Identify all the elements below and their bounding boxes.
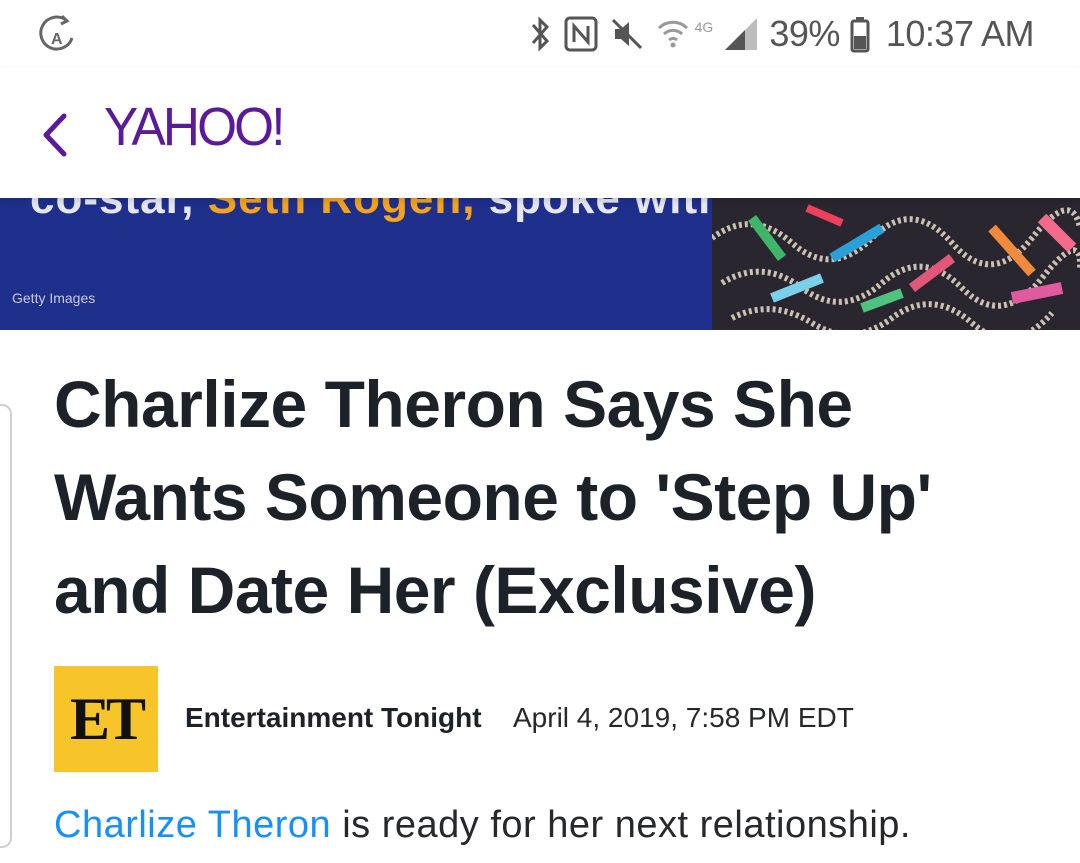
yahoo-logo[interactable]: YAHOO!: [104, 96, 285, 158]
battery-icon: [850, 17, 870, 53]
hero-caption: co-star, Seth Rogen, spoke with...: [30, 198, 766, 224]
hero-caption-highlight: Seth Rogen,: [207, 198, 476, 223]
clock: 10:37 AM: [885, 13, 1035, 54]
bluetooth-icon: [531, 16, 549, 52]
auto-rotate-icon: A: [36, 12, 80, 56]
article-headline: Charlize Theron Says She Wants Someone t…: [54, 367, 932, 627]
scroll-indicator[interactable]: [0, 404, 12, 848]
hero-caption-start: co-star,: [30, 198, 208, 223]
hero-image[interactable]: co-star, Seth Rogen, spoke with... Getty…: [0, 198, 1080, 330]
nfc-icon: [564, 16, 598, 52]
status-bar: A 4G 39% 10:37 AM: [0, 0, 1080, 68]
publish-date: April 4, 2019, 7:58 PM EDT: [513, 702, 854, 733]
image-credit: Getty Images: [12, 290, 96, 306]
svg-text:A: A: [51, 31, 63, 48]
chevron-left-icon: [43, 113, 67, 157]
signal-icon: [725, 18, 758, 50]
source-logo-text: ET: [69, 685, 146, 752]
sequin-dress-graphic: [712, 198, 1080, 330]
source-logo[interactable]: ET: [54, 666, 158, 772]
lead-link[interactable]: Charlize Theron: [54, 804, 331, 846]
status-icons: 4G 39% 10:37 AM: [527, 10, 1035, 58]
source-name[interactable]: Entertainment Tonight: [185, 702, 482, 734]
lead-text: is ready for her next relationship.: [331, 804, 911, 846]
app-header: YAHOO!: [0, 68, 1080, 198]
network-type-label: 4G: [694, 19, 714, 35]
back-button[interactable]: [34, 110, 78, 160]
article-lead: Charlize Theron is ready for her next re…: [54, 804, 911, 847]
battery-percentage: 39%: [769, 13, 840, 54]
article-source: ET Entertainment Tonight April 4, 2019, …: [54, 666, 1054, 772]
mute-icon: [611, 18, 642, 50]
wifi-icon: [657, 20, 688, 48]
